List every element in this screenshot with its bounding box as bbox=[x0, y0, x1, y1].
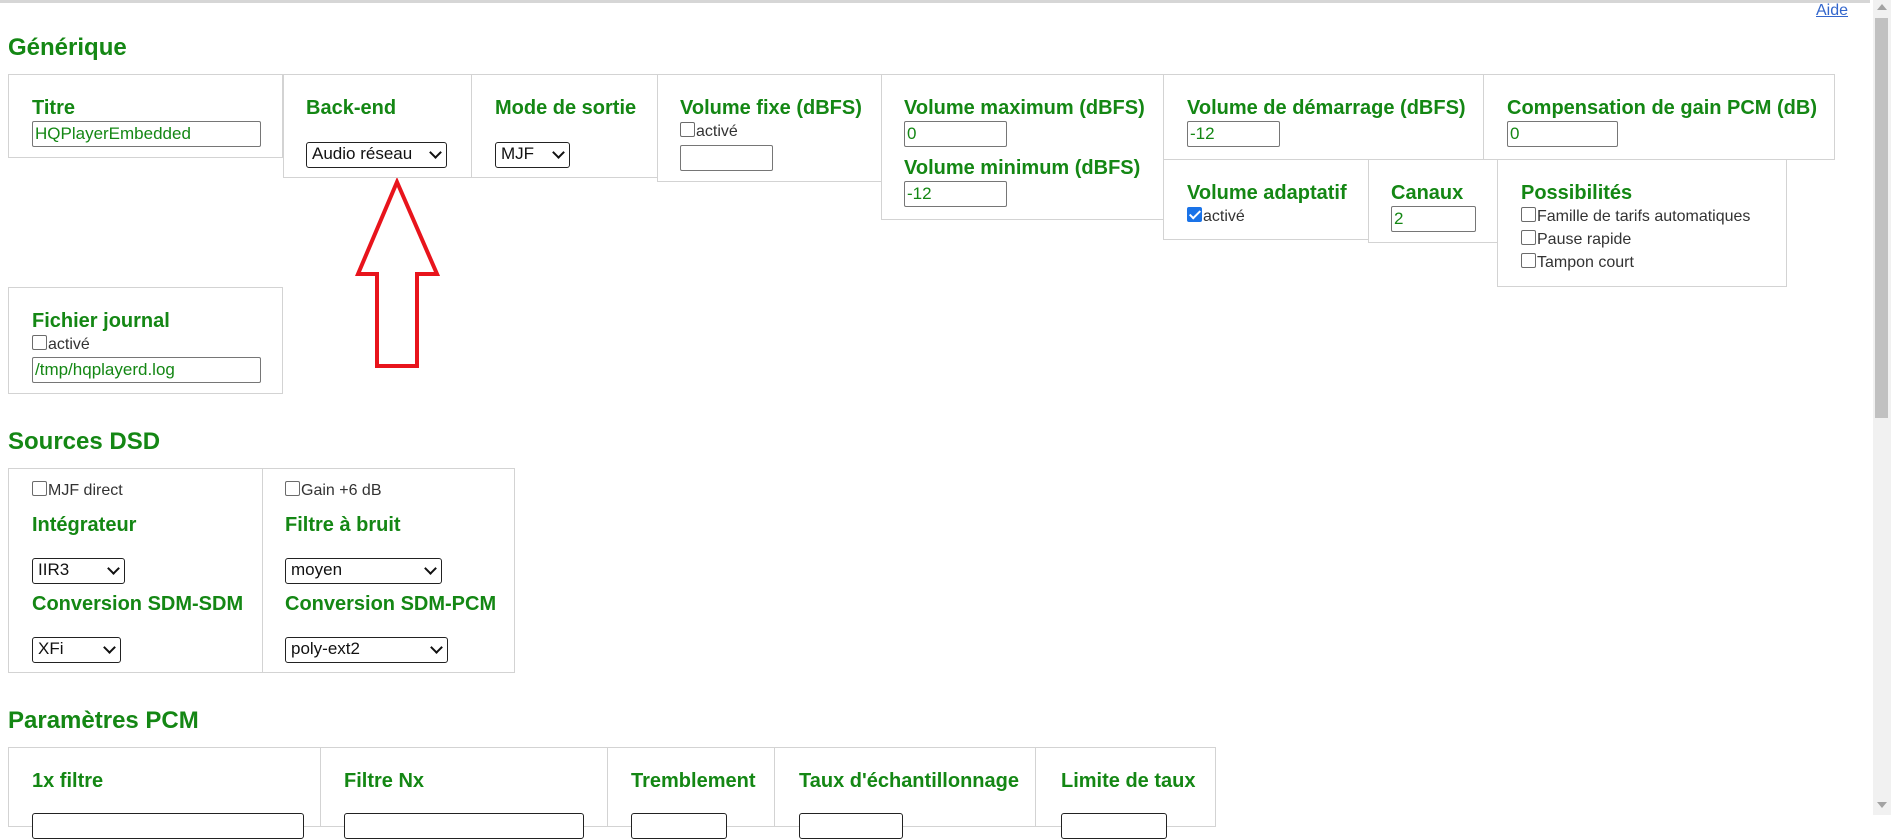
sdm-pcm-label: Conversion SDM-PCM bbox=[285, 593, 497, 615]
chevron-down-icon bbox=[424, 562, 437, 575]
option-label: Pause rapide bbox=[1537, 231, 1632, 248]
channels-label: Canaux bbox=[1391, 182, 1464, 204]
log-file-checkbox[interactable] bbox=[32, 335, 47, 350]
chevron-down-icon bbox=[552, 146, 565, 159]
dsd-direct-label: MJF direct bbox=[48, 482, 123, 499]
pcm-samplerate-panel: Taux d'échantillonnage bbox=[774, 747, 1036, 839]
title-panel: Titre bbox=[8, 74, 283, 158]
pcm-filter-nx-panel: Filtre Nx bbox=[320, 747, 608, 839]
sdm-sdm-select-value: XFi bbox=[38, 639, 64, 658]
section-title-generic: Générique bbox=[8, 34, 127, 61]
dsd-direct-checkbox[interactable] bbox=[32, 481, 47, 496]
option-checkbox[interactable] bbox=[1521, 253, 1536, 268]
section-title-dsd: Sources DSD bbox=[8, 428, 161, 455]
pcm-rate-limit-panel: Limite de taux bbox=[1035, 747, 1216, 839]
pcm-gain-label: Compensation de gain PCM (dB) bbox=[1507, 97, 1817, 119]
pcm-header: 1x filtre bbox=[32, 770, 104, 792]
chevron-down-icon bbox=[429, 146, 442, 159]
section-title-pcm: Paramètres PCM bbox=[8, 707, 199, 734]
integrator-select[interactable]: IIR3 bbox=[32, 558, 125, 584]
option-checkbox[interactable] bbox=[1521, 230, 1536, 245]
backend-select-value: Audio réseau bbox=[312, 144, 413, 163]
pcm-header: Taux d'échantillonnage bbox=[799, 770, 1019, 792]
adaptive-volume-panel: Volume adaptatif activé bbox=[1163, 159, 1369, 240]
integrator-select-value: IIR3 bbox=[38, 560, 70, 579]
max-volume-label: Volume maximum (dBFS) bbox=[904, 97, 1145, 119]
backend-label: Back-end bbox=[306, 97, 397, 119]
pcm-filter-1x-select[interactable] bbox=[32, 813, 304, 839]
title-input[interactable] bbox=[32, 121, 261, 147]
sdm-pcm-select[interactable]: poly-ext2 bbox=[285, 637, 448, 663]
pcm-filter-nx-select[interactable] bbox=[344, 813, 584, 839]
max-min-volume-panel: Volume maximum (dBFS) Volume minimum (dB… bbox=[881, 74, 1164, 220]
fixed-volume-checkbox[interactable] bbox=[680, 122, 695, 137]
dsd-gain-checkbox[interactable] bbox=[285, 481, 300, 496]
start-volume-label: Volume de démarrage (dBFS) bbox=[1187, 97, 1466, 119]
log-file-enabled-label: activé bbox=[48, 336, 90, 353]
max-volume-input[interactable] bbox=[904, 121, 1007, 147]
pcm-filter-1x-panel: 1x filtre bbox=[8, 747, 321, 839]
fixed-volume-label: Volume fixe (dBFS) bbox=[680, 97, 862, 119]
output-mode-label: Mode de sortie bbox=[495, 97, 637, 119]
pcm-header: Tremblement bbox=[631, 770, 756, 792]
possibilities-panel: Possibilités Famille de tarifs automatiq… bbox=[1497, 159, 1787, 287]
chevron-down-icon bbox=[430, 641, 443, 654]
option-label: Famille de tarifs automatiques bbox=[1537, 208, 1751, 225]
dsd-left-panel: MJF direct Intégrateur IIR3 Conversion S… bbox=[8, 468, 263, 673]
chevron-down-icon bbox=[107, 562, 120, 575]
backend-select[interactable]: Audio réseau bbox=[306, 142, 447, 168]
adaptive-volume-checkbox[interactable] bbox=[1187, 207, 1202, 222]
noise-filter-select[interactable]: moyen bbox=[285, 558, 442, 584]
fixed-volume-panel: Volume fixe (dBFS) activé bbox=[657, 74, 882, 182]
start-volume-input[interactable] bbox=[1187, 121, 1280, 147]
log-file-input[interactable] bbox=[32, 357, 261, 383]
output-mode-select-value: MJF bbox=[501, 144, 535, 163]
pcm-header: Limite de taux bbox=[1061, 770, 1196, 792]
top-border bbox=[0, 0, 1870, 3]
dsd-gain-label: Gain +6 dB bbox=[301, 482, 382, 499]
min-volume-label: Volume minimum (dBFS) bbox=[904, 157, 1141, 179]
scroll-up-arrow-icon[interactable] bbox=[1877, 4, 1887, 10]
pcm-dither-select[interactable] bbox=[631, 813, 727, 839]
integrator-label: Intégrateur bbox=[32, 514, 137, 536]
pcm-dither-panel: Tremblement bbox=[607, 747, 775, 839]
channels-input[interactable] bbox=[1391, 206, 1476, 232]
output-mode-select[interactable]: MJF bbox=[495, 142, 570, 168]
fixed-volume-input[interactable] bbox=[680, 145, 773, 171]
log-file-panel: Fichier journal activé bbox=[8, 287, 283, 394]
option-checkbox[interactable] bbox=[1521, 207, 1536, 222]
chevron-down-icon bbox=[103, 641, 116, 654]
backend-panel: Back-end Audio réseau bbox=[283, 74, 472, 178]
possibilities-label: Possibilités bbox=[1521, 182, 1633, 204]
option-label: Tampon court bbox=[1537, 254, 1634, 271]
sdm-sdm-select[interactable]: XFi bbox=[32, 637, 121, 663]
pcm-rate-limit-select[interactable] bbox=[1061, 813, 1167, 839]
adaptive-volume-enabled-label: activé bbox=[1203, 208, 1245, 225]
sdm-sdm-label: Conversion SDM-SDM bbox=[32, 593, 244, 615]
pcm-gain-input[interactable] bbox=[1507, 121, 1618, 147]
channels-panel: Canaux bbox=[1368, 159, 1498, 243]
scroll-down-arrow-icon[interactable] bbox=[1877, 802, 1887, 808]
pcm-samplerate-select[interactable] bbox=[799, 813, 903, 839]
output-mode-panel: Mode de sortie MJF bbox=[471, 74, 658, 178]
noise-filter-select-value: moyen bbox=[291, 560, 343, 579]
title-label: Titre bbox=[32, 97, 75, 119]
dsd-right-panel: Gain +6 dB Filtre à bruit moyen Conversi… bbox=[262, 468, 515, 673]
adaptive-volume-label: Volume adaptatif bbox=[1187, 182, 1347, 204]
log-file-label: Fichier journal bbox=[32, 310, 170, 332]
help-link[interactable]: Aide bbox=[1816, 2, 1848, 20]
pcm-header: Filtre Nx bbox=[344, 770, 425, 792]
scrollbar-thumb[interactable] bbox=[1875, 18, 1888, 418]
pcm-gain-panel: Compensation de gain PCM (dB) bbox=[1483, 74, 1835, 160]
annotation-arrow-icon bbox=[355, 178, 440, 368]
noise-filter-label: Filtre à bruit bbox=[285, 514, 401, 536]
sdm-pcm-select-value: poly-ext2 bbox=[291, 639, 360, 658]
fixed-volume-enabled-label: activé bbox=[696, 123, 738, 140]
min-volume-input[interactable] bbox=[904, 181, 1007, 207]
start-volume-panel: Volume de démarrage (dBFS) bbox=[1163, 74, 1484, 160]
